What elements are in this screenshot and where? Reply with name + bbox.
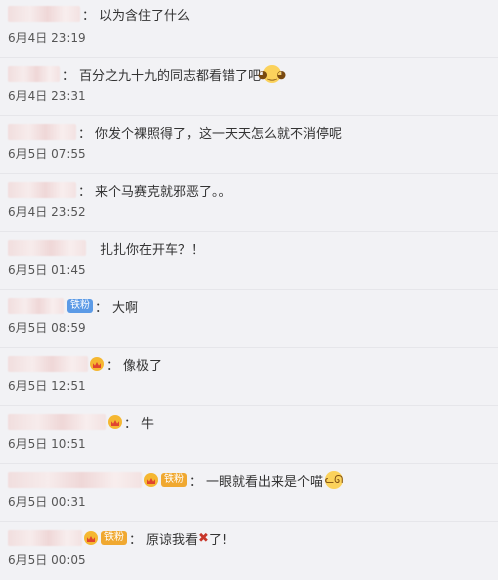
comment-text: 牛 — [141, 416, 155, 432]
doge-emoji-icon: ◕‿◕ — [258, 65, 286, 83]
blurred-username[interactable] — [8, 414, 106, 430]
blurred-username[interactable] — [8, 472, 142, 488]
comment-text: 像极了 — [123, 358, 163, 374]
blurred-username[interactable] — [8, 356, 88, 372]
colon: ： — [82, 8, 96, 24]
comment-list: ： 以为含住了什么 6月4日 23:19 ： 百分之九十九的同志都看错了吧 ◕‿… — [0, 0, 498, 576]
cat-emoji-icon: ᓚᘏ — [325, 471, 343, 489]
colon: ： — [129, 532, 143, 548]
comment-time: 6月4日 23:31 — [8, 89, 86, 103]
crown-icon — [108, 415, 122, 429]
crown-icon — [84, 531, 98, 545]
blurred-username[interactable] — [8, 182, 76, 198]
comment-row: ： 像极了 6月5日 12:51 — [0, 348, 498, 406]
colon: ： — [78, 126, 92, 142]
comment-text: 百分之九十九的同志都看错了吧 — [79, 68, 262, 84]
comment-row: 铁粉 ： 大啊 6月5日 08:59 — [0, 290, 498, 348]
cross-icon: ✖ — [198, 530, 209, 546]
comment-row: ： 牛 6月5日 10:51 — [0, 406, 498, 464]
colon: ： — [95, 300, 109, 316]
comment-time: 6月4日 23:19 — [8, 31, 86, 45]
comment-row: ： 来个马赛克就邪恶了。。 6月4日 23:52 — [0, 174, 498, 232]
comment-row: 扎扎你在开车？！ 6月5日 01:45 — [0, 232, 498, 290]
comment-time: 6月5日 00:31 — [8, 495, 86, 509]
comment-row: ： 百分之九十九的同志都看错了吧 ◕‿◕ 6月4日 23:31 — [0, 58, 498, 116]
blurred-username[interactable] — [8, 66, 60, 82]
colon: ： — [78, 184, 92, 200]
crown-icon — [90, 357, 104, 371]
colon: ： — [124, 416, 138, 432]
fan-badge: 铁粉 — [67, 299, 93, 313]
comment-row: ： 以为含住了什么 6月4日 23:19 — [0, 0, 498, 58]
comment-time: 6月5日 12:51 — [8, 379, 86, 393]
comment-time: 6月5日 08:59 — [8, 321, 86, 335]
comment-time: 6月5日 07:55 — [8, 147, 86, 161]
comment-text: 以为含住了什么 — [99, 8, 191, 24]
comment-text: 你发个裸照得了，这一天天怎么就不消停呢 — [95, 126, 343, 142]
comment-row: ： 你发个裸照得了，这一天天怎么就不消停呢 6月5日 07:55 — [0, 116, 498, 174]
comment-time: 6月4日 23:52 — [8, 205, 86, 219]
comment-row: 铁粉 ： 一眼就看出来是个喵 ᓚᘏ 6月5日 00:31 — [0, 464, 498, 522]
comment-text-suffix: 了! — [208, 532, 228, 548]
blurred-username[interactable] — [8, 124, 76, 140]
comment-time: 6月5日 10:51 — [8, 437, 86, 451]
blurred-username[interactable] — [8, 298, 64, 314]
comment-text: 一眼就看出来是个喵 — [206, 474, 324, 490]
comment-text: 原谅我看 — [146, 532, 199, 548]
comment-row: 铁粉 ： 原谅我看 ✖ 了! 6月5日 00:05 — [0, 522, 498, 580]
blurred-username[interactable] — [8, 6, 80, 22]
colon: ： — [106, 358, 120, 374]
comment-time: 6月5日 01:45 — [8, 263, 86, 277]
comment-time: 6月5日 00:05 — [8, 553, 86, 567]
fan-badge: 铁粉 — [101, 531, 127, 545]
comment-text: 来个马赛克就邪恶了。。 — [95, 184, 232, 200]
colon: ： — [62, 68, 76, 84]
comment-text: 扎扎你在开车？！ — [100, 242, 205, 258]
fan-badge: 铁粉 — [161, 473, 187, 487]
blurred-username[interactable] — [8, 240, 86, 256]
comment-text: 大啊 — [112, 300, 139, 316]
crown-icon — [144, 473, 158, 487]
blurred-username[interactable] — [8, 530, 82, 546]
colon: ： — [189, 474, 203, 490]
